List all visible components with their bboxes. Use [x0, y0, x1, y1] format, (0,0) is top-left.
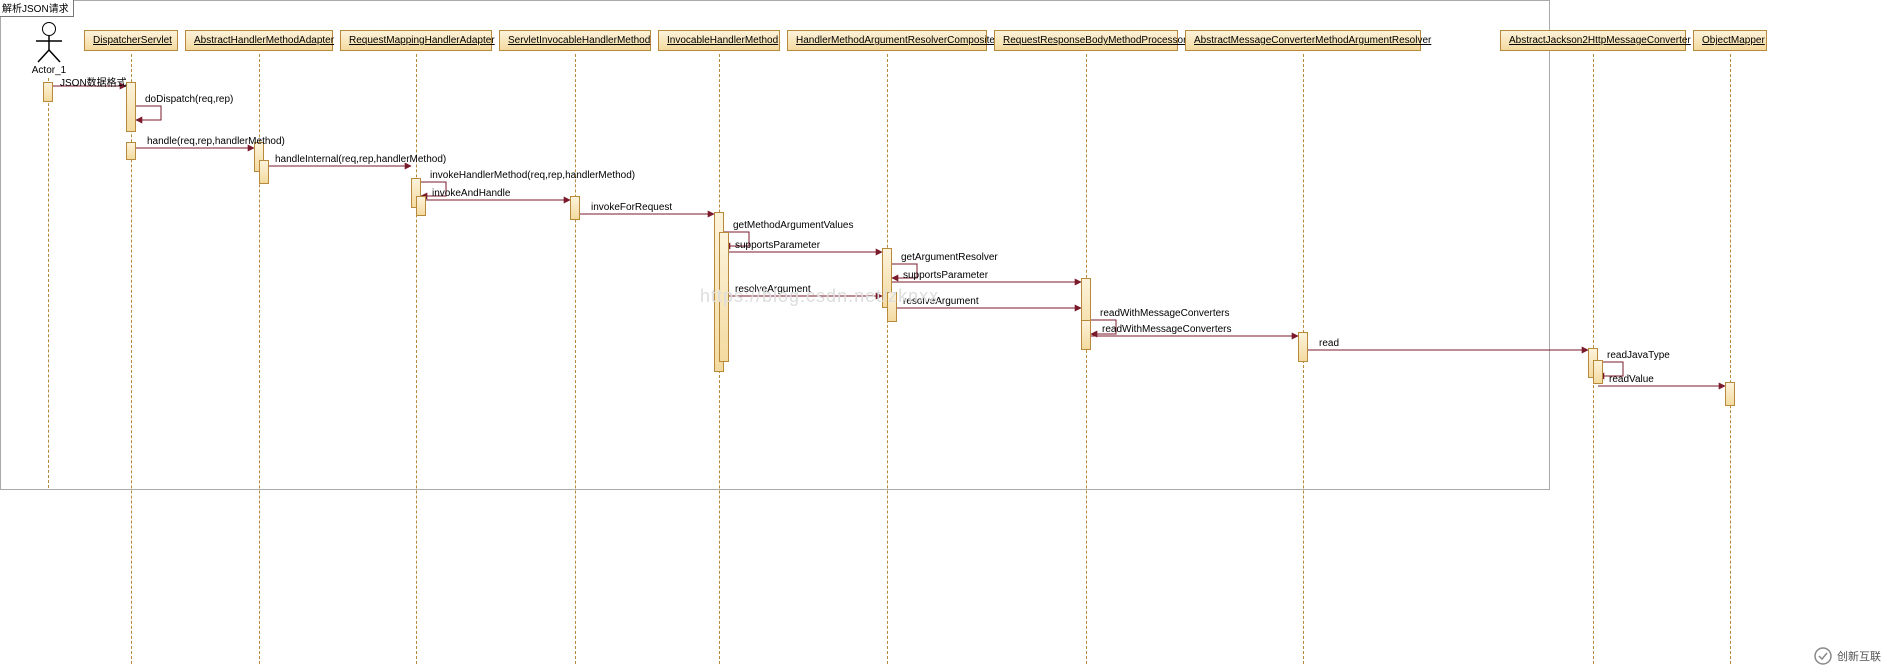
lifeline-p3 — [575, 54, 576, 664]
lifeline-p6 — [1086, 54, 1087, 664]
participant-p2: RequestMappingHandlerAdapter — [340, 30, 492, 51]
participant-p5: HandlerMethodArgumentResolverComposite — [787, 30, 987, 51]
participant-p3: ServletInvocableHandlerMethod — [499, 30, 651, 51]
activation — [259, 160, 269, 184]
message-label: handleInternal(req,rep,handlerMethod) — [275, 154, 446, 165]
participant-p4: InvocableHandlerMethod — [658, 30, 780, 51]
activation — [570, 196, 580, 220]
message-label: resolveArgument — [735, 284, 811, 295]
message-label: invokeHandlerMethod(req,rep,handlerMetho… — [430, 170, 635, 181]
actor-figure — [34, 22, 64, 62]
participant-p9: ObjectMapper — [1693, 30, 1767, 51]
message-label: getMethodArgumentValues — [733, 220, 853, 231]
participant-p8: AbstractJackson2HttpMessageConverter — [1500, 30, 1686, 51]
activation — [1298, 332, 1308, 362]
message-label: readWithMessageConverters — [1102, 324, 1232, 335]
activation — [1725, 382, 1735, 406]
message-label: getArgumentResolver — [901, 252, 998, 263]
message-label: read — [1319, 338, 1339, 349]
activation — [126, 82, 136, 132]
activation — [719, 232, 729, 362]
participant-p0: DispatcherServlet — [84, 30, 178, 51]
activation — [416, 196, 426, 216]
logo-icon — [1813, 646, 1833, 666]
message-label: resolveArgument — [903, 296, 979, 307]
message-label: supportsParameter — [735, 240, 820, 251]
footer-logo: 创新互联 — [1813, 646, 1881, 666]
message-label: invokeAndHandle — [432, 188, 510, 199]
activation — [1593, 360, 1603, 384]
message-label: doDispatch(req,rep) — [145, 94, 233, 105]
actor-lifeline — [48, 78, 49, 488]
message-label: handle(req,rep,handlerMethod) — [147, 136, 285, 147]
lifeline-p2 — [416, 54, 417, 664]
message-label: invokeForRequest — [591, 202, 672, 213]
diagram-title: 解析JSON请求 — [0, 0, 74, 17]
participant-p6: RequestResponseBodyMethodProcessor — [994, 30, 1178, 51]
activation — [126, 142, 136, 160]
message-label: readValue — [1609, 374, 1654, 385]
activation — [43, 82, 53, 102]
message-label: JSON数据格式 — [60, 74, 127, 89]
message-label: readJavaType — [1607, 350, 1670, 361]
lifeline-p9 — [1730, 54, 1731, 664]
participant-p7: AbstractMessageConverterMethodArgumentRe… — [1185, 30, 1421, 51]
activation — [887, 292, 897, 322]
activation — [1081, 320, 1091, 350]
message-label: supportsParameter — [903, 270, 988, 281]
lifeline-p5 — [887, 54, 888, 664]
message-label: readWithMessageConverters — [1100, 308, 1230, 319]
participant-p1: AbstractHandlerMethodAdapter — [185, 30, 333, 51]
footer-logo-text: 创新互联 — [1837, 648, 1881, 664]
